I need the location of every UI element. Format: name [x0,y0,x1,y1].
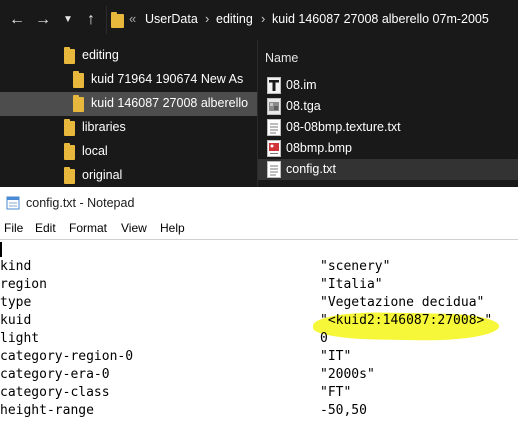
config-line: height-range -50,50 [0,402,518,420]
menu-bar: File Edit Format View Help [0,219,518,239]
forward-button[interactable]: → [32,8,54,32]
folder-icon [73,95,84,112]
im-file-icon [267,77,281,94]
config-key: category-era-0 [0,367,110,382]
text-editor[interactable]: kind "scenery" region "Italia" type "Veg… [0,239,518,428]
breadcrumb-editing[interactable]: editing [216,12,253,26]
folder-icon [64,47,75,64]
folder-icon [64,167,75,184]
menu-help[interactable]: Help [160,221,185,235]
file-name: 08-08bmp.texture.txt [286,120,401,134]
file-row-08-im[interactable]: 08.im [258,75,518,96]
menu-format[interactable]: Format [69,221,107,235]
config-key: category-region-0 [0,349,134,364]
up-arrow-button[interactable]: ↑ [80,8,102,32]
config-value: -50,50 [320,403,367,418]
config-key: light [0,331,40,346]
config-value: "Vegetazione decidua" [320,295,485,310]
config-key: kuid [0,313,32,328]
breadcrumb-chevron-icon[interactable]: › [205,11,209,26]
navigation-pane: editing kuid 71964 190674 New As kuid 14… [0,40,257,187]
folder-icon [73,71,84,88]
column-header-name[interactable]: Name [265,51,298,65]
image-file-icon [267,98,281,115]
nav-item-editing[interactable]: editing [0,44,257,68]
back-button[interactable]: ← [6,8,28,32]
folder-icon [111,12,124,28]
config-key: kind [0,259,32,274]
nav-item-label: editing [82,48,119,62]
file-list-pane: Name 08.im 08.tga 08-08bmp.texture.txt 0… [257,40,518,187]
breadcrumb-userdata[interactable]: UserData [145,12,198,26]
config-line: kuid "<kuid2:146087:27008>" [0,312,518,330]
menu-view[interactable]: View [121,221,147,235]
text-caret [0,242,2,257]
config-line: category-region-0 "IT" [0,348,518,366]
notepad-title-bar[interactable]: config.txt - Notepad [0,187,518,219]
bitmap-file-icon [267,140,281,157]
config-value: "FT" [320,385,352,400]
nav-item-label: local [82,144,108,158]
nav-item-label: kuid 71964 190674 New As [91,72,244,86]
text-file-icon [267,119,281,136]
notepad-icon [6,196,20,210]
menu-edit[interactable]: Edit [35,221,56,235]
nav-item-original[interactable]: original [0,164,257,187]
file-name: 08.im [286,78,317,92]
config-line: category-era-0 "2000s" [0,366,518,384]
breadcrumb-chevron-icon[interactable]: › [261,11,265,26]
folder-icon [64,143,75,160]
nav-item-kuid-71964[interactable]: kuid 71964 190674 New As [0,68,257,92]
nav-item-label: libraries [82,120,126,134]
file-name: 08.tga [286,99,321,113]
config-line: region "Italia" [0,276,518,294]
config-line: light 0 [0,330,518,348]
config-value: "<kuid2:146087:27008>" [320,313,493,328]
nav-item-kuid-146087[interactable]: kuid 146087 27008 alberello [0,92,257,116]
nav-item-libraries[interactable]: libraries [0,116,257,140]
folder-icon [64,119,75,136]
nav-item-label: kuid 146087 27008 alberello [91,96,249,110]
config-key: region [0,277,47,292]
nav-item-local[interactable]: local [0,140,257,164]
file-explorer-window: ← → ▼ ↑ « UserData › editing › kuid 1460… [0,0,518,187]
file-row-08-tga[interactable]: 08.tga [258,96,518,117]
config-line: type "Vegetazione decidua" [0,294,518,312]
nav-item-label: original [82,168,123,182]
file-row-config-txt[interactable]: config.txt [258,159,518,180]
file-row-texture-txt[interactable]: 08-08bmp.texture.txt [258,117,518,138]
config-value: "Italia" [320,277,383,292]
config-key: height-range [0,403,94,418]
config-line: category-class "FT" [0,384,518,402]
file-name: 08bmp.bmp [286,141,353,155]
config-key: type [0,295,32,310]
file-name: config.txt [286,162,337,176]
breadcrumb-overflow[interactable]: « [129,11,136,26]
address-bar: ← → ▼ ↑ « UserData › editing › kuid 1460… [0,0,518,40]
config-value: "scenery" [320,259,391,274]
config-value: "IT" [320,349,352,364]
text-file-icon [267,161,281,178]
menu-file[interactable]: File [4,221,23,235]
address-field[interactable]: « UserData › editing › kuid 146087 27008… [106,6,516,34]
config-key: category-class [0,385,110,400]
recent-locations-chevron-icon[interactable]: ▼ [60,8,76,32]
config-value: 0 [320,331,328,346]
file-row-08bmp-bmp[interactable]: 08bmp.bmp [258,138,518,159]
breadcrumb-current-folder[interactable]: kuid 146087 27008 alberello 07m-2005 [272,12,489,26]
config-value: "2000s" [320,367,375,382]
window-title: config.txt - Notepad [26,196,135,210]
config-line: kind "scenery" [0,258,518,276]
